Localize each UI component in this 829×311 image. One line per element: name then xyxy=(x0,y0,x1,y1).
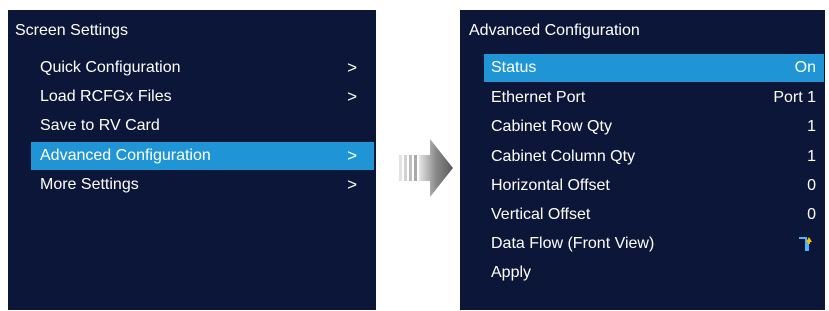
config-row-cabinet-row-qty[interactable]: Cabinet Row Qty 1 xyxy=(484,113,824,141)
config-row-label: Horizontal Offset xyxy=(491,177,610,194)
config-row-value: 0 xyxy=(807,177,816,194)
chevron-right-icon: > xyxy=(347,58,357,77)
config-row-value: 0 xyxy=(807,206,816,223)
advanced-configuration-panel: Advanced Configuration Status On Etherne… xyxy=(460,10,825,310)
panel-title: Screen Settings xyxy=(15,22,128,39)
config-row-cabinet-column-qty[interactable]: Cabinet Column Qty 1 xyxy=(484,143,824,171)
data-flow-icon xyxy=(799,237,812,251)
menu-item-label: Load RCFGx Files xyxy=(40,88,172,105)
right-arrow-icon xyxy=(383,133,457,203)
config-row-label: Ethernet Port xyxy=(491,89,586,106)
config-row-value: On xyxy=(794,59,816,76)
menu-item-save-to-rv-card[interactable]: Save to RV Card xyxy=(31,112,374,140)
config-row-value: Port 1 xyxy=(773,89,816,106)
menu-item-label: Quick Configuration xyxy=(40,59,181,76)
menu-item-quick-configuration[interactable]: Quick Configuration > xyxy=(31,54,374,82)
menu-item-label: Save to RV Card xyxy=(40,117,160,134)
config-row-vertical-offset[interactable]: Vertical Offset 0 xyxy=(484,201,824,229)
config-row-data-flow[interactable]: Data Flow (Front View) xyxy=(484,230,824,258)
menu-item-load-rcfgx-files[interactable]: Load RCFGx Files > xyxy=(31,83,374,111)
config-row-label: Vertical Offset xyxy=(491,206,591,223)
chevron-right-icon: > xyxy=(347,87,357,106)
panel-title: Advanced Configuration xyxy=(469,22,640,39)
screenshot-stage: Screen Settings Quick Configuration > Lo… xyxy=(0,0,829,311)
menu-item-label: More Settings xyxy=(40,176,139,193)
chevron-right-icon: > xyxy=(347,146,357,165)
config-row-ethernet-port[interactable]: Ethernet Port Port 1 xyxy=(484,84,824,112)
menu-item-more-settings[interactable]: More Settings > xyxy=(31,171,374,199)
config-row-label: Apply xyxy=(491,264,532,281)
config-row-status[interactable]: Status On xyxy=(484,54,824,82)
screen-settings-panel: Screen Settings Quick Configuration > Lo… xyxy=(8,10,376,310)
right-arrow-graphic xyxy=(399,139,453,197)
config-row-label: Status xyxy=(491,59,537,76)
menu-item-label: Advanced Configuration xyxy=(40,147,211,164)
config-row-horizontal-offset[interactable]: Horizontal Offset 0 xyxy=(484,172,824,200)
config-row-label: Data Flow (Front View) xyxy=(491,235,655,252)
config-row-value: 1 xyxy=(807,118,816,135)
menu-item-advanced-configuration[interactable]: Advanced Configuration > xyxy=(31,142,374,170)
config-row-label: Cabinet Column Qty xyxy=(491,148,636,165)
config-row-apply[interactable]: Apply xyxy=(484,259,824,287)
config-row-value: 1 xyxy=(807,148,816,165)
config-row-label: Cabinet Row Qty xyxy=(491,118,612,135)
chevron-right-icon: > xyxy=(347,175,357,194)
